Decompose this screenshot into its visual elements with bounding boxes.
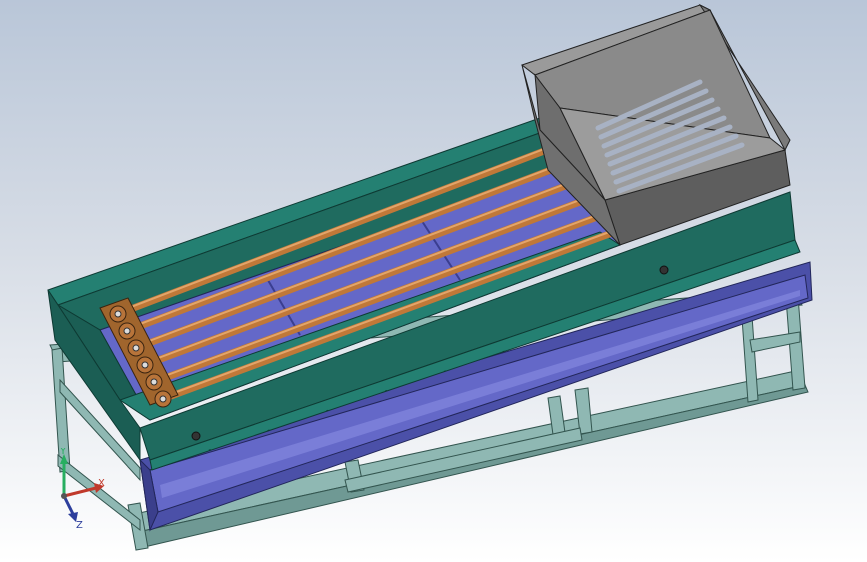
flange-bore [159, 395, 167, 403]
flange-bore [141, 361, 149, 369]
z-axis-line [62, 495, 76, 517]
cad-model-view[interactable] [0, 0, 867, 562]
x-axis-label: X [98, 478, 105, 489]
flange-bore [114, 310, 122, 318]
flange-bore [132, 344, 140, 352]
z-axis-label: Z [76, 520, 83, 531]
orientation-triad[interactable]: Y X Z [46, 448, 116, 532]
y-axis-label: Y [59, 448, 67, 457]
flange-bore [123, 327, 131, 335]
bolt-front [191, 431, 201, 441]
x-axis-line [63, 486, 97, 498]
flange-bore [150, 378, 158, 386]
bolt-right [659, 265, 669, 275]
3d-viewport[interactable]: Y X Z [0, 0, 867, 562]
triad-origin [61, 493, 67, 499]
